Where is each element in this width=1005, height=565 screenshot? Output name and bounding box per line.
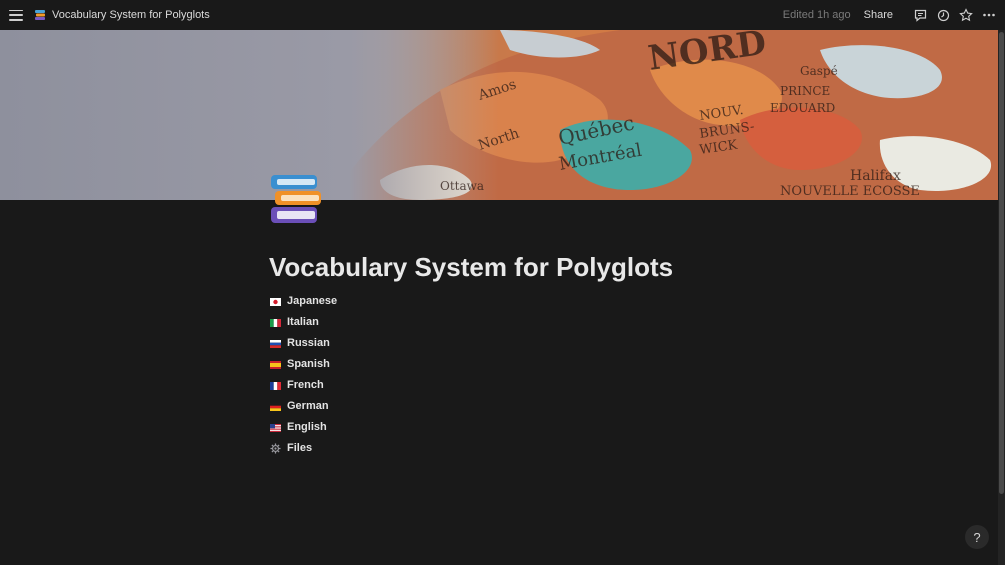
gear-icon xyxy=(270,443,281,454)
comment-icon[interactable] xyxy=(912,7,928,23)
svg-text:Halifax: Halifax xyxy=(850,168,901,184)
svg-text:PRINCE: PRINCE xyxy=(780,84,830,98)
star-icon[interactable] xyxy=(958,7,974,23)
clock-icon[interactable] xyxy=(935,7,951,23)
subpage-label: German xyxy=(287,400,329,412)
svg-text:EDOUARD: EDOUARD xyxy=(770,101,835,115)
subpage-japanese[interactable]: Japanese xyxy=(270,291,337,312)
subpage-spanish[interactable]: Spanish xyxy=(270,354,337,375)
subpage-label: Russian xyxy=(287,337,330,349)
subpage-files[interactable]: Files xyxy=(270,438,337,459)
subpage-italian[interactable]: Italian xyxy=(270,312,337,333)
topbar-actions: Edited 1h ago Share xyxy=(783,7,997,23)
breadcrumb-title: Vocabulary System for Polyglots xyxy=(52,9,210,21)
subpage-label: Files xyxy=(287,442,313,454)
subpage-label: Italian xyxy=(287,316,319,328)
italy-flag-icon xyxy=(270,318,281,327)
notion-app: Vocabulary System for Polyglots Edited 1… xyxy=(0,0,1005,565)
spain-flag-icon xyxy=(270,360,281,369)
books-emoji-icon xyxy=(35,10,45,20)
subpage-label: Spanish xyxy=(287,358,330,370)
help-button[interactable]: ? xyxy=(965,525,989,549)
breadcrumb[interactable]: Vocabulary System for Polyglots xyxy=(34,9,210,21)
us-flag-icon xyxy=(270,423,281,432)
svg-text:Ottawa: Ottawa xyxy=(440,179,484,193)
world-map-globe-image: NORD Québec Montréal PRINCE EDOUARD NOUV… xyxy=(0,30,998,200)
subpage-french[interactable]: French xyxy=(270,375,337,396)
russia-flag-icon xyxy=(270,339,281,348)
hamburger-icon[interactable] xyxy=(9,9,23,21)
germany-flag-icon xyxy=(270,402,281,411)
svg-text:NOUVELLE ECOSSE: NOUVELLE ECOSSE xyxy=(780,184,920,199)
subpage-english[interactable]: English xyxy=(270,417,337,438)
share-button[interactable]: Share xyxy=(864,9,893,21)
japan-flag-icon xyxy=(270,297,281,306)
subpage-russian[interactable]: Russian xyxy=(270,333,337,354)
books-emoji-icon[interactable] xyxy=(269,171,323,225)
svg-text:Gaspé: Gaspé xyxy=(800,64,838,78)
subpage-list: Japanese Italian Russian Spanish French … xyxy=(270,291,337,459)
subpage-label: Japanese xyxy=(287,295,338,307)
more-icon[interactable] xyxy=(981,7,997,23)
page-title[interactable]: Vocabulary System for Polyglots xyxy=(269,252,673,283)
france-flag-icon xyxy=(270,381,281,390)
subpage-label: French xyxy=(287,379,324,391)
cover-image[interactable]: NORD Québec Montréal PRINCE EDOUARD NOUV… xyxy=(0,30,998,200)
scrollbar-thumb[interactable] xyxy=(999,32,1004,494)
top-bar: Vocabulary System for Polyglots Edited 1… xyxy=(0,0,1005,30)
edited-status: Edited 1h ago xyxy=(782,9,851,21)
subpage-german[interactable]: German xyxy=(270,396,337,417)
subpage-label: English xyxy=(287,421,327,433)
